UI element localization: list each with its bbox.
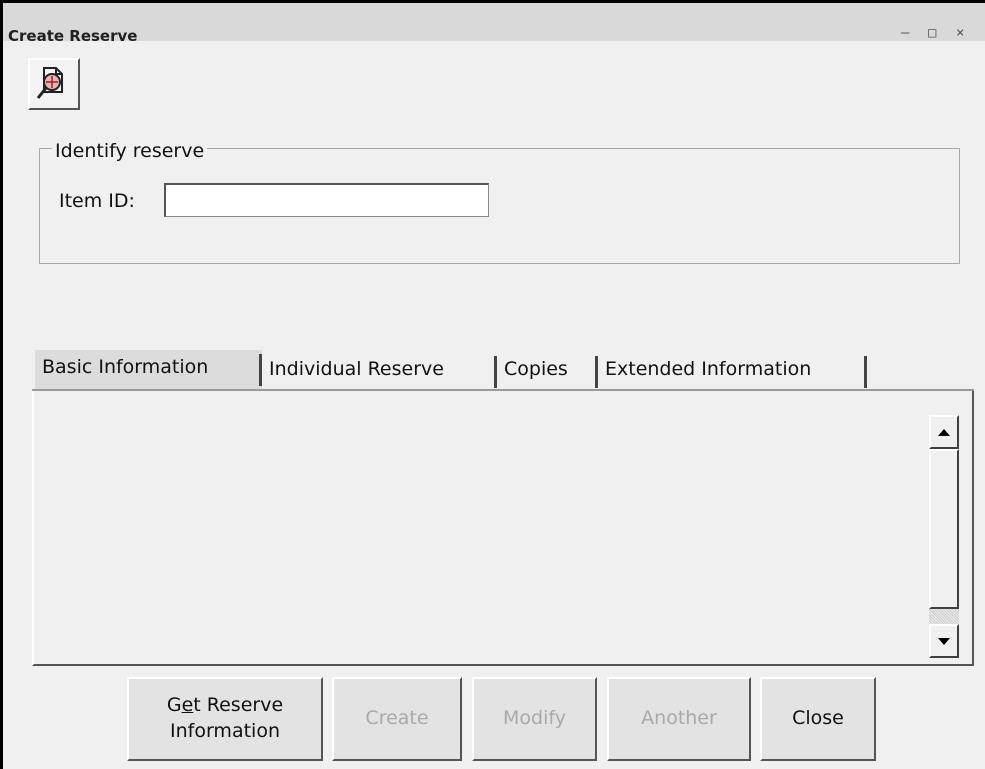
modify-label: Modify	[503, 707, 566, 730]
label-part: Information	[170, 720, 280, 742]
tab-label: Basic Information	[42, 356, 209, 378]
scroll-thumb[interactable]	[929, 449, 959, 609]
create-button[interactable]: Create	[332, 677, 462, 761]
window-title: Create Reserve	[8, 27, 138, 45]
item-id-field[interactable]	[164, 183, 489, 217]
tab-label: Extended Information	[605, 358, 812, 380]
tab-panel-edge	[32, 389, 974, 391]
title-bar: Create Reserve – □ ×	[3, 3, 985, 45]
mnemonic-letter: e	[181, 694, 194, 717]
close-label: Close	[792, 707, 844, 730]
arrow-up-icon	[938, 428, 950, 436]
scroll-down-button[interactable]	[929, 624, 959, 658]
close-window-button[interactable]: ×	[956, 25, 964, 41]
tab-label: Individual Reserve	[269, 358, 444, 380]
item-id-label: Item ID:	[59, 190, 135, 212]
tab-copies[interactable]: Copies	[497, 352, 598, 390]
search-patron-icon	[36, 67, 63, 99]
get-reserve-information-button[interactable]: Get Reserve Information	[127, 677, 323, 761]
scroll-up-button[interactable]	[929, 415, 959, 449]
scroll-track[interactable]	[929, 609, 959, 624]
search-patron-button[interactable]	[28, 58, 80, 110]
tab-separator	[864, 356, 867, 388]
tab-extended-information[interactable]: Extended Information	[598, 352, 867, 390]
another-label: Another	[641, 707, 717, 730]
maximize-button[interactable]: □	[928, 25, 936, 41]
minimize-button[interactable]: –	[901, 25, 909, 41]
label-part: G	[166, 694, 182, 717]
close-button[interactable]: Close	[760, 677, 876, 761]
identify-reserve-legend: Identify reserve	[52, 140, 208, 162]
modify-button[interactable]: Modify	[472, 677, 597, 761]
arrow-down-icon	[938, 637, 950, 645]
tab-label: Copies	[504, 358, 568, 380]
tab-panel	[32, 389, 974, 666]
get-reserve-information-label: Get Reserve Information	[167, 693, 283, 744]
vertical-scrollbar[interactable]	[929, 415, 959, 658]
label-part: t Reserve	[193, 694, 284, 717]
tab-individual-reserve[interactable]: Individual Reserve	[262, 352, 497, 390]
another-button[interactable]: Another	[607, 677, 751, 761]
create-label: Create	[365, 707, 429, 730]
tab-basic-information[interactable]: Basic Information	[35, 350, 262, 390]
